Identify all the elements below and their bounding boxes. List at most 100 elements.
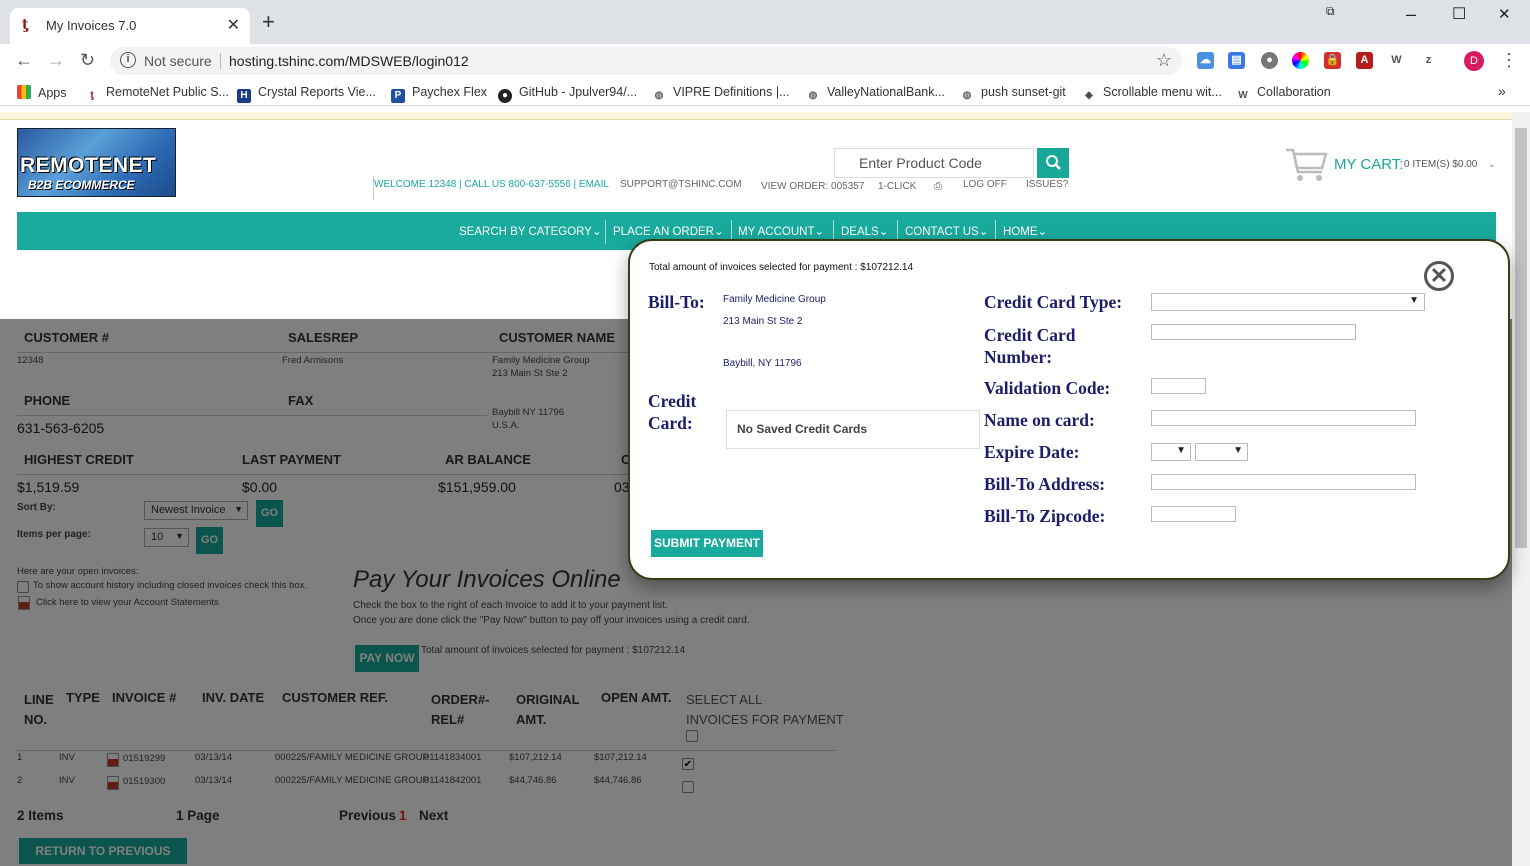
card-number-input[interactable] [1151, 324, 1356, 340]
col-type: TYPE [66, 690, 100, 705]
browser-menu-icon[interactable]: ⋮ [1500, 50, 1518, 71]
forward-icon[interactable]: → [47, 50, 65, 71]
nav-home[interactable]: HOME⌄ [1003, 224, 1047, 238]
items-go-button[interactable]: GO [196, 527, 223, 554]
statement-pdf-icon[interactable] [18, 596, 30, 610]
row1-invoice[interactable]: 01519299 [123, 753, 165, 764]
nav-my-account[interactable]: MY ACCOUNT⌄ [738, 224, 824, 238]
sort-go-button[interactable]: GO [256, 500, 283, 527]
notice-bar [0, 112, 1512, 120]
card-type-select[interactable]: ▼ [1151, 293, 1425, 311]
bookmark-vipre[interactable]: ◍ VIPRE Definitions |... [652, 85, 790, 103]
bill-to-address-input[interactable] [1151, 474, 1416, 490]
cast-icon[interactable]: ⧉ [1326, 4, 1335, 19]
validation-code-input[interactable] [1151, 378, 1206, 394]
view-order-link[interactable]: VIEW ORDER: 005357 [761, 181, 864, 192]
items-per-page-select[interactable]: 10 ▼ [144, 528, 189, 547]
w-extension-icon[interactable]: W [1388, 52, 1405, 69]
row2-invoice[interactable]: 01519300 [123, 776, 165, 787]
new-tab-icon[interactable]: + [262, 11, 275, 33]
circle-extension-icon[interactable]: ● [1261, 52, 1278, 69]
globe-icon: ◍ [654, 90, 664, 101]
info-icon[interactable]: i [120, 52, 136, 68]
bookmark-collaboration[interactable]: W Collaboration [1236, 85, 1330, 103]
bookmark-scrollable-menu[interactable]: ◈ Scrollable menu wit... [1082, 85, 1222, 103]
print-icon[interactable]: ⎙ [934, 181, 942, 192]
divider [17, 352, 629, 353]
close-modal-icon[interactable]: ✕ [1424, 261, 1454, 291]
issues-link[interactable]: ISSUES? [1026, 179, 1068, 190]
invoice-pdf-icon[interactable] [107, 776, 119, 790]
close-tab-icon[interactable]: ✕ [227, 15, 240, 35]
address-bar[interactable]: i Not secure hosting.tshinc.com/MDSWEB/l… [110, 47, 1182, 75]
bookmark-valleynational[interactable]: ◍ ValleyNationalBank... [806, 85, 945, 103]
welcome-text: WELCOME 12348 | CALL US 800-637-5556 | E… [374, 179, 609, 190]
expire-year-select[interactable]: ▼ [1195, 443, 1248, 461]
bookmark-star-icon[interactable]: ☆ [1156, 50, 1172, 71]
bill-to-address-label: Bill-To Address: [984, 474, 1106, 494]
bookmark-remotenet[interactable]: ƫ RemoteNet Public S... [85, 85, 229, 103]
profile-avatar[interactable]: D [1464, 51, 1484, 71]
one-click-link[interactable]: 1-CLICK [878, 181, 916, 192]
scrollbar-thumb[interactable] [1515, 128, 1527, 548]
divider [17, 750, 837, 751]
bookmarks-overflow-icon[interactable]: » [1498, 83, 1506, 99]
back-icon[interactable]: ← [15, 50, 33, 71]
ar-balance-value: $151,959.00 [438, 479, 516, 495]
product-code-input[interactable] [835, 149, 1033, 177]
customer-name-line: Family Medicine Group [492, 355, 590, 366]
current-page[interactable]: 1 [399, 808, 407, 823]
invoice-pdf-icon[interactable] [107, 753, 119, 767]
log-off-link[interactable]: LOG OFF [963, 179, 1007, 190]
bookmark-push-sunset[interactable]: ◍ push sunset-git [960, 85, 1066, 103]
maximize-icon[interactable]: ☐ [1452, 4, 1466, 24]
cart-summary[interactable]: 0 ITEM(S) $0.00 [1404, 159, 1477, 170]
minimize-icon[interactable]: – [1406, 4, 1416, 25]
header-highest-credit: HIGHEST CREDIT [24, 452, 134, 467]
statements-link[interactable]: Click here to view your Account Statemen… [36, 597, 219, 608]
dropdown-arrow-icon: ▼ [175, 531, 184, 541]
search-button[interactable] [1037, 148, 1069, 178]
row1-checkbox[interactable]: ✔ [682, 758, 694, 770]
nav-search-by-category[interactable]: SEARCH BY CATEGORY⌄ [459, 224, 602, 238]
url-text[interactable]: hosting.tshinc.com/MDSWEB/login012 [229, 53, 469, 69]
expire-month-select[interactable]: ▼ [1151, 443, 1191, 461]
bookmark-github[interactable]: ● GitHub - Jpulver94/... [498, 85, 637, 103]
row2-checkbox[interactable] [682, 781, 694, 793]
nav-contact-us[interactable]: CONTACT US⌄ [905, 224, 988, 238]
bookmark-paychex[interactable]: P Paychex Flex [391, 85, 487, 103]
col-original-amt: ORIGINAL AMT. [516, 692, 580, 727]
codepen-icon: ◈ [1085, 90, 1093, 101]
submit-payment-button[interactable]: SUBMIT PAYMENT [651, 530, 763, 557]
bill-to-zipcode-input[interactable] [1151, 506, 1236, 522]
cloud-extension-icon[interactable]: ☁ [1197, 52, 1214, 69]
lock-extension-icon[interactable]: 🔒 [1324, 52, 1341, 69]
support-email-link[interactable]: SUPPORT@TSHINC.COM [620, 179, 742, 190]
nav-place-an-order[interactable]: PLACE AN ORDER⌄ [613, 224, 724, 238]
browser-tab[interactable]: ƫ My Invoices 7.0 ✕ [10, 8, 250, 44]
nav-deals[interactable]: DEALS⌄ [841, 224, 888, 238]
docs-extension-icon[interactable]: ▤ [1228, 52, 1245, 69]
sort-by-select[interactable]: Newest Invoice ▼ [144, 501, 248, 520]
bookmark-crystal-reports[interactable]: H Crystal Reports Vie... [237, 85, 376, 103]
select-all-checkbox[interactable] [686, 730, 698, 742]
pdf-extension-icon[interactable]: A [1356, 52, 1373, 69]
color-extension-icon[interactable] [1292, 52, 1309, 69]
history-checkbox[interactable] [17, 581, 29, 593]
site-logo[interactable]: REMOTENET B2B ECOMMERCE [17, 128, 176, 197]
pay-now-button[interactable]: PAY NOW [355, 645, 419, 672]
previous-link[interactable]: Previous [339, 808, 396, 823]
my-cart-label[interactable]: MY CART: [1334, 156, 1403, 173]
next-link[interactable]: Next [419, 808, 448, 823]
name-on-card-input[interactable] [1151, 410, 1416, 426]
close-window-icon[interactable]: ✕ [1498, 5, 1511, 23]
page-scrollbar[interactable] [1512, 112, 1530, 866]
return-button[interactable]: RETURN TO PREVIOUS PAGE [19, 838, 187, 864]
cart-icon[interactable] [1284, 146, 1330, 184]
z-extension-icon[interactable]: z [1420, 52, 1437, 69]
cart-chevron-icon[interactable]: ⌄ [1488, 159, 1496, 170]
expire-date-label: Expire Date: [984, 442, 1080, 462]
reload-icon[interactable]: ↻ [80, 50, 95, 71]
product-search[interactable] [834, 148, 1034, 178]
bookmark-apps[interactable]: Apps [17, 85, 67, 100]
